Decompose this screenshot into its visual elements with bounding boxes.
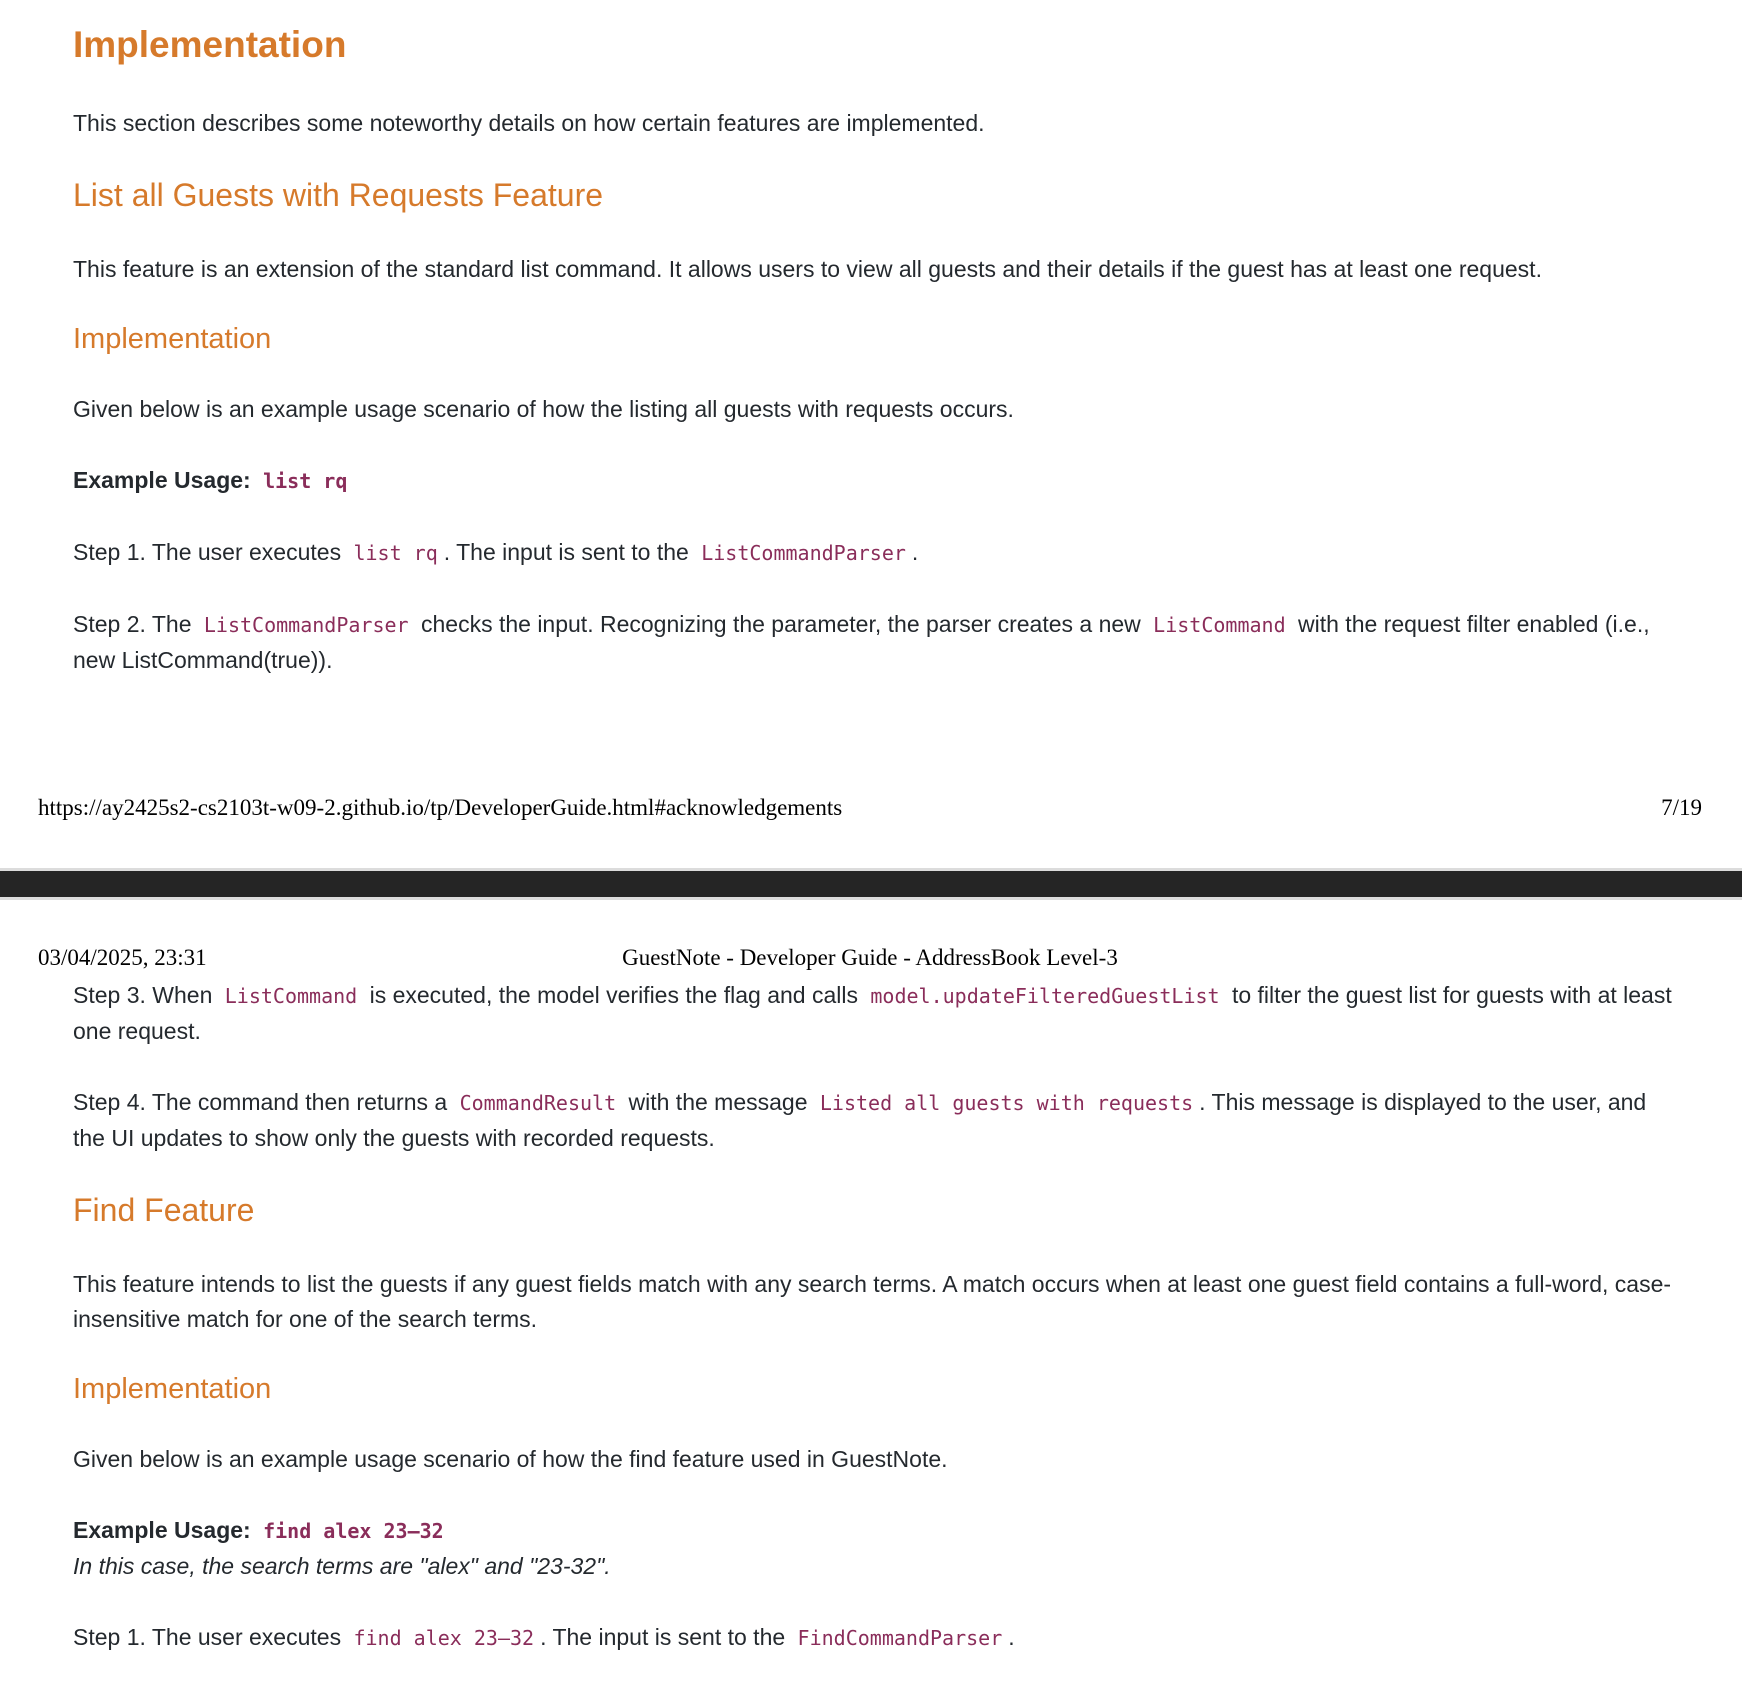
step-text: with the message — [628, 1089, 808, 1115]
inline-code: Listed all guests with requests — [819, 1091, 1194, 1115]
subheading-implementation: Implementation — [73, 1373, 272, 1405]
example-usage-code: find alex 23–32 — [263, 1519, 444, 1543]
subheading-implementation: Implementation — [73, 323, 272, 355]
step-text: . — [1008, 1624, 1015, 1650]
step-text: Step 4. The command then returns a — [73, 1089, 448, 1115]
example-usage-code: list rq — [263, 469, 348, 493]
step-text: checks the input. Recognizing the parame… — [420, 611, 1141, 637]
usage-intro: Given below is an example usage scenario… — [73, 1446, 948, 1472]
feature-heading-list-requests: List all Guests with Requests Feature — [73, 177, 604, 213]
step-text: . The input is sent to the — [540, 1624, 786, 1650]
example-usage-label: Example Usage: — [73, 1517, 251, 1543]
step-2: Step 2. The ListCommandParser checks the… — [73, 607, 1673, 678]
step-text: . — [911, 539, 919, 565]
step-text: Step 2. The — [73, 611, 192, 637]
inline-code: find alex 23–32 — [353, 1626, 535, 1650]
inline-code: ListCommandParser — [203, 613, 409, 637]
inline-code: ListCommandParser — [701, 541, 906, 565]
inline-code: list rq — [353, 541, 438, 565]
feature-description: This feature is an extension of the stan… — [73, 256, 1542, 282]
inline-code: CommandResult — [459, 1091, 617, 1115]
usage-intro: Given below is an example usage scenario… — [73, 396, 1014, 422]
inline-code: ListCommand — [1153, 613, 1286, 637]
step-text: Step 3. When — [73, 982, 213, 1008]
inline-code: model.updateFilteredGuestList — [870, 984, 1220, 1008]
example-usage: Example Usage: find alex 23–32 — [73, 1513, 1673, 1549]
step-text: Step 1. The user executes — [73, 1624, 342, 1650]
example-usage-label: Example Usage: — [73, 467, 251, 493]
example-note: In this case, the search terms are "alex… — [73, 1553, 611, 1579]
step-text: . The input is sent to the — [443, 539, 689, 565]
step-text: Step 1. The user executes — [73, 539, 342, 565]
step-3: Step 3. When ListCommand is executed, th… — [73, 978, 1673, 1049]
example-usage: Example Usage: list rq — [73, 463, 1673, 499]
footer-page-number: 7/19 — [1661, 795, 1702, 820]
page-separator — [0, 868, 1742, 900]
feature-description: This feature intends to list the guests … — [73, 1271, 1672, 1332]
section-intro: This section describes some noteworthy d… — [73, 110, 985, 136]
step-1-find: Step 1. The user executes find alex 23–3… — [73, 1620, 1673, 1656]
document-page-8: 03/04/2025, 23:31 GuestNote - Developer … — [0, 900, 1742, 1686]
document-page-7: Implementation This section describes so… — [0, 0, 1742, 868]
step-text: is executed, the model verifies the flag… — [369, 982, 858, 1008]
inline-code: FindCommandParser — [797, 1626, 1003, 1650]
step-1: Step 1. The user executes list rq. The i… — [73, 535, 1673, 571]
step-4: Step 4. The command then returns a Comma… — [73, 1085, 1673, 1156]
feature-heading-find: Find Feature — [73, 1192, 255, 1228]
header-title: GuestNote - Developer Guide - AddressBoo… — [622, 945, 1118, 970]
inline-code: ListCommand — [224, 984, 358, 1008]
page-content: Step 3. When ListCommand is executed, th… — [73, 978, 1673, 1692]
page-content: Implementation This section describes so… — [73, 24, 1673, 714]
section-heading-implementation: Implementation — [73, 24, 347, 65]
footer-url: https://ay2425s2-cs2103t-w09-2.github.io… — [38, 795, 843, 820]
